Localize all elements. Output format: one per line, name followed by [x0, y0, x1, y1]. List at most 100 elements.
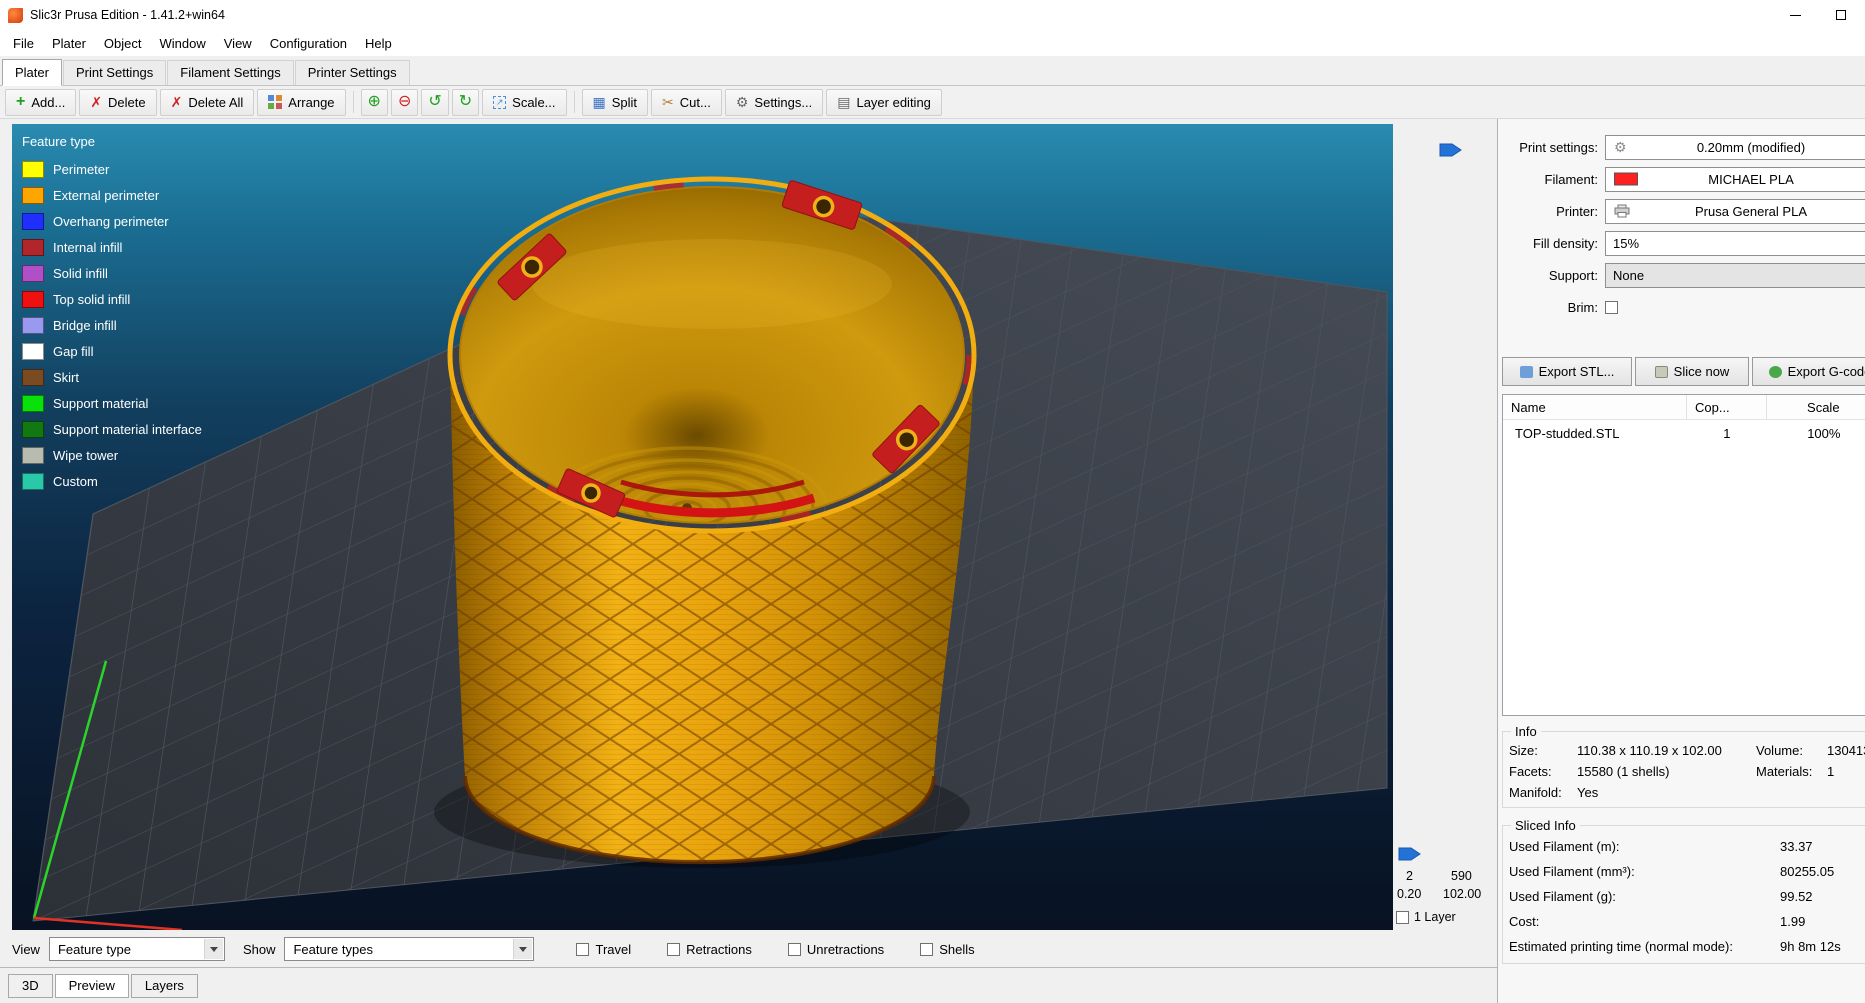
used-filament-mm3-label: Used Filament (mm³):	[1509, 864, 1635, 879]
legend-item-custom: Custom	[22, 468, 202, 494]
printer-row: Printer: Prusa General PLA	[1498, 195, 1865, 227]
legend-title: Feature type	[22, 134, 95, 149]
menu-object[interactable]: Object	[95, 30, 151, 56]
travel-checkbox-box[interactable]	[576, 942, 590, 956]
filament-label: Filament:	[1544, 171, 1598, 187]
column-header-copies[interactable]: Cop...	[1687, 395, 1767, 419]
sliced-row-filament-mm3: Used Filament (mm³): 80255.05	[1509, 859, 1865, 884]
object-row[interactable]: TOP-studded.STL 1 100%	[1503, 420, 1865, 446]
object-list: Name Cop... Scale TOP-studded.STL 1 100%	[1502, 394, 1865, 716]
object-copies: 1	[1723, 425, 1731, 441]
column-header-scale[interactable]: Scale	[1767, 395, 1865, 419]
unretractions-checkbox[interactable]: Unretractions	[787, 942, 884, 957]
delete-icon: ✗	[90, 94, 103, 110]
view-label: View	[12, 941, 40, 957]
menu-file[interactable]: File	[4, 30, 43, 56]
add-instance-button[interactable]: ⊕	[360, 88, 388, 116]
brim-label: Brim:	[1567, 299, 1598, 315]
tab-3d[interactable]: 3D	[8, 973, 53, 998]
layer-slider: 2 590 0.20 102.00 1 Layer	[1393, 124, 1497, 931]
menu-help[interactable]: Help	[356, 30, 401, 56]
materials-value: 1	[1827, 764, 1835, 779]
filament-dropdown[interactable]: MICHAEL PLA	[1605, 166, 1865, 192]
rotate-cw-button[interactable]: ↻	[451, 88, 480, 116]
plater-sidebar: Print settings: ⚙ 0.20mm (modified) Fila…	[1497, 119, 1865, 1003]
shells-checkbox[interactable]: Shells	[920, 942, 975, 957]
3d-scene[interactable]	[12, 124, 1393, 930]
view-mode-tabs: 3D Preview Layers	[0, 967, 1497, 1003]
export-gcode-button[interactable]: Export G-code	[1752, 357, 1865, 386]
viewport-3d[interactable]: Feature type Perimeter External perimete…	[12, 124, 1393, 930]
tab-filament-settings[interactable]: Filament Settings	[167, 60, 294, 85]
preview-controls-bar: View Feature type Show Feature types Tra…	[0, 931, 1497, 967]
delete-button[interactable]: ✗ Delete	[79, 88, 157, 116]
travel-checkbox[interactable]: Travel	[576, 942, 631, 957]
legend-swatch	[22, 186, 44, 204]
tab-print-settings[interactable]: Print Settings	[62, 60, 167, 85]
tab-preview[interactable]: Preview	[54, 973, 129, 998]
shells-checkbox-box[interactable]	[920, 942, 934, 956]
remove-instance-button[interactable]: ⊖	[390, 88, 419, 116]
sliced-info-group-title: Sliced Info	[1515, 818, 1576, 833]
used-filament-m-value: 33.37	[1780, 839, 1813, 854]
split-button[interactable]: ▦ Split	[581, 88, 649, 116]
dropdown-arrow-icon[interactable]	[203, 939, 223, 959]
facets-label: Facets:	[1509, 764, 1552, 779]
info-group-title: Info	[1515, 724, 1537, 739]
plater-left-column: Feature type Perimeter External perimete…	[0, 119, 1497, 1003]
printer-dropdown[interactable]: Prusa General PLA	[1605, 198, 1865, 224]
show-dropdown[interactable]: Feature types	[284, 937, 535, 961]
one-layer-label: 1 Layer	[1414, 910, 1456, 924]
menu-configuration[interactable]: Configuration	[261, 30, 356, 56]
legend-item-wipe-tower: Wipe tower	[22, 442, 202, 468]
export-stl-label: Export STL...	[1538, 364, 1615, 379]
legend-item-gap-fill: Gap fill	[22, 338, 202, 364]
tab-printer-settings[interactable]: Printer Settings	[294, 60, 410, 85]
toolbar: + Add... ✗ Delete ✗ Delete All Arrange ⊕…	[0, 86, 1865, 119]
window-title: Slic3r Prusa Edition - 1.41.2+win64	[30, 8, 225, 22]
scale-button[interactable]: ↗ Scale...	[482, 88, 567, 116]
support-row: Support: None	[1498, 259, 1865, 291]
cut-button[interactable]: ✂ Cut...	[651, 88, 722, 116]
unretractions-checkbox-box[interactable]	[787, 942, 801, 956]
rotate-ccw-button[interactable]: ↺	[421, 88, 449, 116]
add-instance-icon: ⊕	[367, 93, 381, 110]
menu-view[interactable]: View	[215, 30, 261, 56]
column-header-name[interactable]: Name	[1503, 395, 1687, 419]
legend-swatch	[22, 160, 44, 178]
export-stl-button[interactable]: Export STL...	[1502, 357, 1632, 386]
tab-plater[interactable]: Plater	[2, 59, 62, 86]
menu-plater[interactable]: Plater	[43, 30, 95, 56]
arrange-button[interactable]: Arrange	[257, 88, 346, 116]
tab-layers[interactable]: Layers	[130, 973, 198, 998]
fill-density-row: Fill density: 15%	[1498, 227, 1865, 259]
maximize-button[interactable]	[1818, 0, 1863, 30]
slice-now-button[interactable]: Slice now	[1635, 357, 1749, 386]
legend-item-perimeter: Perimeter	[22, 156, 202, 182]
legend-label: Custom	[53, 473, 98, 489]
menu-window[interactable]: Window	[151, 30, 215, 56]
fill-density-dropdown[interactable]: 15%	[1605, 230, 1865, 256]
arrange-label: Arrange	[288, 94, 335, 110]
legend-item-support-material: Support material	[22, 390, 202, 416]
brim-checkbox[interactable]	[1605, 300, 1618, 314]
slider-max-layer: 590	[1451, 869, 1472, 883]
one-layer-checkbox-box[interactable]	[1396, 910, 1409, 924]
view-dropdown[interactable]: Feature type	[48, 937, 225, 961]
model-preview	[447, 176, 977, 865]
layer-slider-upper-handle[interactable]	[1439, 142, 1463, 158]
delete-all-button[interactable]: ✗ Delete All	[159, 88, 255, 116]
minimize-button[interactable]	[1773, 0, 1818, 30]
support-dropdown[interactable]: None	[1605, 262, 1865, 288]
legend-item-bridge-infill: Bridge infill	[22, 312, 202, 338]
retractions-checkbox-box[interactable]	[667, 942, 681, 956]
layer-editing-button[interactable]: ▤ Layer editing	[826, 88, 942, 116]
add-button[interactable]: + Add...	[5, 88, 77, 116]
print-settings-dropdown[interactable]: ⚙ 0.20mm (modified)	[1605, 134, 1865, 160]
view-dropdown-value: Feature type	[57, 941, 131, 957]
one-layer-checkbox[interactable]: 1 Layer	[1396, 910, 1456, 924]
settings-button[interactable]: ⚙ Settings...	[724, 88, 824, 116]
retractions-checkbox[interactable]: Retractions	[667, 942, 752, 957]
dropdown-arrow-icon[interactable]	[513, 939, 533, 959]
layer-slider-lower-handle[interactable]	[1398, 846, 1422, 862]
